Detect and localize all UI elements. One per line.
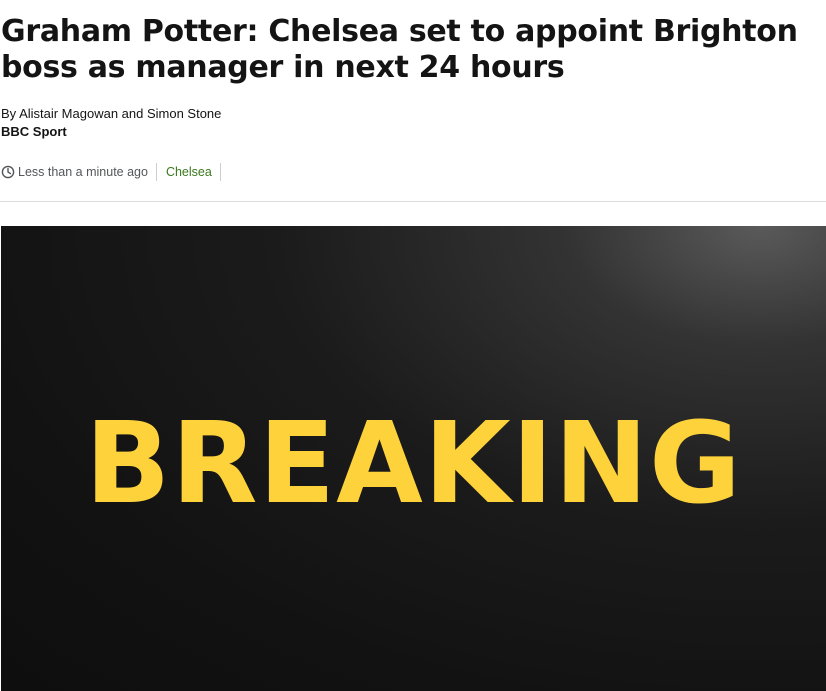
article-meta: Less than a minute ago Chelsea [1, 163, 221, 181]
byline-authors: By Alistair Magowan and Simon Stone [1, 106, 222, 121]
timestamp: Less than a minute ago [18, 163, 157, 181]
headline: Graham Potter: Chelsea set to appoint Br… [1, 14, 798, 85]
clock-icon [1, 165, 15, 179]
hero-image: BREAKING [1, 226, 826, 691]
topic-link-chelsea[interactable]: Chelsea [157, 163, 221, 181]
article: Graham Potter: Chelsea set to appoint Br… [0, 0, 826, 691]
byline-source: BBC Sport [1, 124, 67, 139]
byline: By Alistair Magowan and Simon Stone BBC … [1, 105, 221, 141]
divider [0, 201, 826, 202]
breaking-banner-text: BREAKING [85, 399, 742, 529]
